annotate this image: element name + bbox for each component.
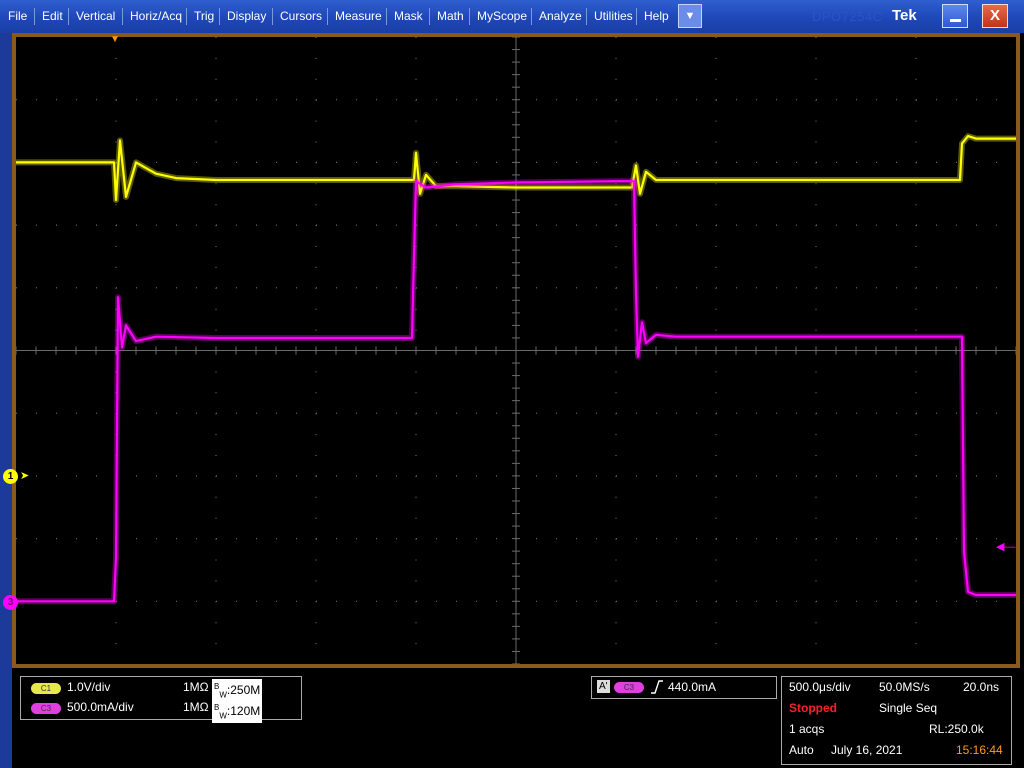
ch1-impedance: 1MΩ — [183, 680, 209, 694]
menu-separator — [68, 8, 69, 25]
menu-edit[interactable]: Edit — [42, 0, 63, 33]
menu-file[interactable]: File — [8, 0, 27, 33]
menu-separator — [386, 8, 387, 25]
trigger-level: 440.0mA — [668, 680, 717, 694]
menu-mask[interactable]: Mask — [394, 0, 423, 33]
left-strip — [0, 33, 12, 768]
menu-bar: File Edit Vertical Horiz/Acq Trig Displa… — [0, 0, 1024, 33]
arrow-left-icon[interactable]: ◀— — [996, 542, 1015, 553]
rising-edge-icon — [651, 680, 663, 694]
menu-separator — [586, 8, 587, 25]
brand-logo: Tek — [892, 7, 917, 24]
menu-separator — [636, 8, 637, 25]
ch1-bandwidth-value: 250M — [230, 683, 261, 697]
ch3-badge[interactable]: C3 — [31, 703, 61, 714]
acquisition-status: Stopped — [789, 701, 837, 715]
acquisition-mode: Single Seq — [879, 701, 938, 715]
menu-separator — [122, 8, 123, 25]
menu-separator — [469, 8, 470, 25]
ch1-scale[interactable]: 1.0V/div — [67, 680, 110, 694]
trigger-mode-badge: A' — [597, 680, 610, 693]
acquisition-count: 1 acqs — [789, 722, 825, 736]
ch3-bandwidth[interactable]: BW:120M — [212, 700, 263, 724]
menu-trig[interactable]: Trig — [194, 0, 214, 33]
model-name: DPO7254C — [812, 9, 883, 24]
time: 15:16:44 — [956, 743, 1003, 757]
trigger-readout[interactable]: A' C3 440.0mA — [591, 676, 777, 699]
triangle-down-icon[interactable]: ▼ — [110, 35, 120, 45]
menu-separator — [186, 8, 187, 25]
menu-cursors[interactable]: Cursors — [280, 0, 322, 33]
menu-utilities[interactable]: Utilities — [594, 0, 633, 33]
menu-math[interactable]: Math — [437, 0, 464, 33]
menu-analyze[interactable]: Analyze — [539, 0, 582, 33]
resolution: 20.0ns — [963, 680, 1000, 694]
ch3-scale[interactable]: 500.0mA/div — [67, 700, 134, 714]
menu-display[interactable]: Display — [227, 0, 266, 33]
menu-separator — [429, 8, 430, 25]
waveform-display[interactable] — [16, 37, 1016, 664]
trigger-source-badge: C3 — [614, 682, 644, 693]
menu-separator — [327, 8, 328, 25]
ch1-ground-marker[interactable]: 1 — [3, 469, 18, 484]
menu-vertical[interactable]: Vertical — [76, 0, 115, 33]
menu-separator — [272, 8, 273, 25]
record-length: RL:250.0k — [929, 722, 984, 736]
ch3-ground-marker[interactable]: 3 — [3, 595, 18, 610]
close-button[interactable]: X — [982, 4, 1008, 28]
ch1-bandwidth[interactable]: BW:250M — [212, 679, 263, 703]
date: July 16, 2021 — [831, 743, 903, 757]
trigger-mode: Auto — [789, 743, 814, 757]
ch1-badge[interactable]: C1 — [31, 683, 61, 694]
channel-readout: C1 1.0V/div 1MΩ BW:250M C3 500.0mA/div 1… — [20, 676, 302, 724]
sample-rate: 50.0MS/s — [879, 680, 930, 694]
menu-separator — [34, 8, 35, 25]
minimize-button[interactable] — [942, 4, 968, 28]
ch3-impedance: 1MΩ — [183, 700, 209, 714]
menu-horiz-acq[interactable]: Horiz/Acq — [130, 0, 182, 33]
horizontal-scale: 500.0μs/div — [789, 680, 851, 694]
menu-separator — [531, 8, 532, 25]
menu-measure[interactable]: Measure — [335, 0, 382, 33]
menu-separator — [219, 8, 220, 25]
ch3-bandwidth-value: 120M — [230, 704, 261, 718]
minimize-icon — [950, 19, 961, 22]
menu-help[interactable]: Help — [644, 0, 669, 33]
arrow-right-icon: ➤ — [20, 470, 30, 482]
chevron-down-icon[interactable]: ▼ — [678, 4, 702, 28]
horizontal-readout[interactable]: 500.0μs/div 50.0MS/s 20.0ns Stopped Sing… — [781, 676, 1012, 765]
menu-myscope[interactable]: MyScope — [477, 0, 527, 33]
